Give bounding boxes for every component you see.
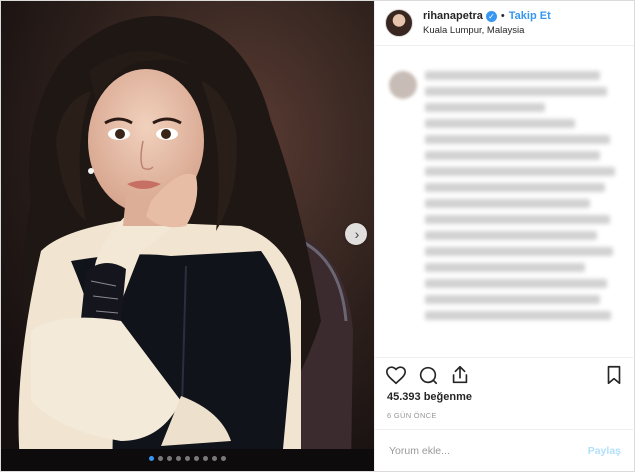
heart-icon[interactable] bbox=[385, 364, 407, 386]
post-timestamp: 6 GÜN ÖNCE bbox=[387, 411, 437, 420]
username[interactable]: rihanapetra bbox=[423, 10, 483, 22]
carousel-dot bbox=[185, 456, 190, 461]
carousel-dot bbox=[176, 456, 181, 461]
carousel-dot bbox=[221, 456, 226, 461]
post-header: rihanapetra ✓ • Takip Et Kuala Lumpur, M… bbox=[375, 1, 634, 46]
avatar[interactable] bbox=[385, 9, 413, 37]
post-photo[interactable]: › bbox=[1, 1, 374, 471]
carousel-dot bbox=[203, 456, 208, 461]
comment-icon[interactable] bbox=[417, 364, 439, 386]
carousel-dot bbox=[149, 456, 154, 461]
chevron-right-icon: › bbox=[354, 226, 360, 242]
portrait-image bbox=[1, 1, 374, 471]
action-bar bbox=[375, 357, 633, 387]
bookmark-icon[interactable] bbox=[603, 364, 625, 386]
next-photo-button[interactable]: › bbox=[345, 223, 367, 245]
share-icon[interactable] bbox=[449, 364, 471, 386]
verified-icon: ✓ bbox=[485, 10, 497, 22]
post-comment-button[interactable]: Paylaş bbox=[588, 445, 621, 457]
follow-button[interactable]: Takip Et bbox=[509, 10, 551, 22]
carousel-dot bbox=[167, 456, 172, 461]
carousel-dot bbox=[158, 456, 163, 461]
location-link[interactable]: Kuala Lumpur, Malaysia bbox=[423, 25, 551, 36]
post-side-panel: rihanapetra ✓ • Takip Et Kuala Lumpur, M… bbox=[374, 1, 634, 471]
blurred-caption bbox=[425, 71, 615, 327]
comment-form: Paylaş bbox=[375, 429, 633, 471]
commenter-avatar bbox=[389, 71, 417, 99]
comments-area bbox=[375, 47, 633, 357]
comment-input[interactable] bbox=[387, 443, 588, 458]
like-count[interactable]: 45.393 beğenme bbox=[387, 391, 472, 403]
carousel-indicator bbox=[1, 456, 374, 461]
instagram-post: › rihanapetra ✓ • Takip Et Kuala Lumpur,… bbox=[0, 0, 635, 472]
separator: • bbox=[500, 10, 505, 22]
carousel-dot bbox=[212, 456, 217, 461]
carousel-dot bbox=[194, 456, 199, 461]
